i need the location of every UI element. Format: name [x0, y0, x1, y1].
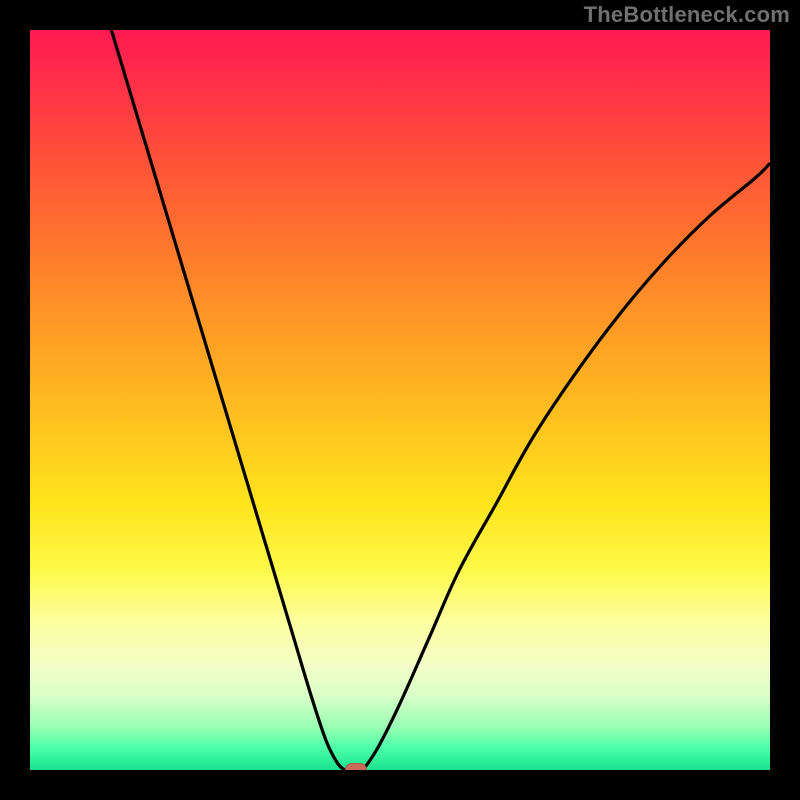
watermark-text: TheBottleneck.com: [584, 2, 790, 28]
curve-right-path: [363, 163, 770, 770]
chart-frame: TheBottleneck.com: [0, 0, 800, 800]
plot-area: [30, 30, 770, 770]
curve-svg: [30, 30, 770, 770]
optimum-marker: [345, 763, 367, 770]
curve-left-path: [111, 30, 344, 770]
